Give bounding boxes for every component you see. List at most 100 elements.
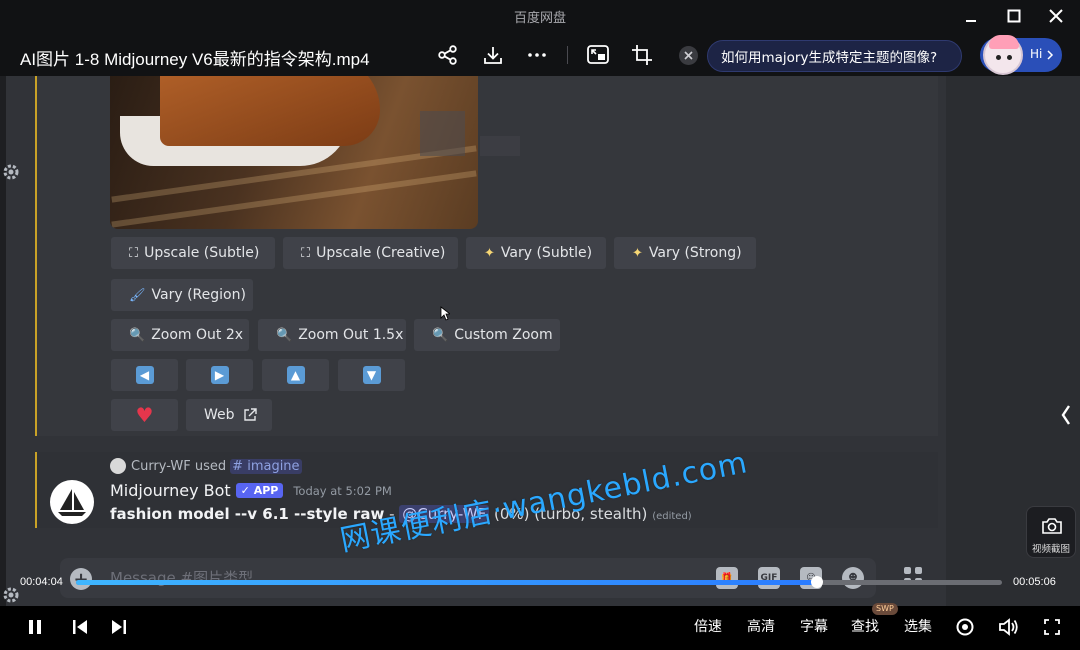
zoom-out-2x-button[interactable]: 🔍 Zoom Out 2x <box>111 319 249 351</box>
add-attachment-icon[interactable]: + <box>70 568 92 590</box>
video-title: AI图片 1-8 Midjourney V6最新的指令架构.mp4 <box>20 50 370 69</box>
close-icon <box>684 51 693 60</box>
maximize-icon <box>1007 9 1021 23</box>
volume-icon <box>999 618 1018 636</box>
vary-strong-button[interactable]: ✦ Vary (Strong) <box>614 237 756 269</box>
pip-icon <box>587 45 609 64</box>
mosaic-blur <box>480 136 520 156</box>
up-arrow-icon: ▲ <box>286 366 305 384</box>
ai-suggestion-text: 如何用majory生成特定主题的图像? <box>721 50 938 66</box>
upscale-subtle-button[interactable]: ⛶ Upscale (Subtle) <box>111 237 275 269</box>
close-ai-bubble-button[interactable] <box>679 46 698 65</box>
message-timestamp: Today at 5:02 PM <box>293 483 392 498</box>
edited-label: (edited) <box>652 511 692 522</box>
ai-assistant-button[interactable]: Hi <box>980 35 1062 75</box>
upscale-creative-button[interactable]: ⛶ Upscale (Creative) <box>283 237 458 269</box>
bot-avatar[interactable] <box>50 480 94 524</box>
gear-icon <box>3 587 19 603</box>
pan-up-button[interactable]: ▲ <box>262 359 329 391</box>
progress-bar[interactable] <box>76 576 1002 588</box>
download-icon <box>484 47 502 64</box>
close-icon <box>1049 9 1063 23</box>
picture-in-picture-button[interactable] <box>585 42 611 68</box>
down-arrow-icon: ▼ <box>362 366 381 384</box>
mosaic-blur <box>420 111 465 156</box>
bot-name[interactable]: Midjourney Bot <box>110 481 231 500</box>
reply-username[interactable]: Curry-WF <box>131 459 191 474</box>
maximize-button[interactable] <box>1001 4 1027 28</box>
skip-previous-icon <box>73 620 87 634</box>
current-time: 00:04:04 <box>20 576 63 588</box>
gift-icon[interactable]: 🎁 <box>716 567 738 589</box>
search-badge: SWP <box>872 603 898 615</box>
upscale-icon: ⛶ <box>301 245 311 261</box>
message-input-box[interactable]: + Message #图片类型 🎁 GIF ☺ ☻ <box>60 558 876 598</box>
slash-command: # imagine <box>230 458 302 474</box>
crop-button[interactable] <box>629 42 655 68</box>
sailboat-icon <box>58 489 86 516</box>
crop-icon <box>632 45 652 65</box>
mouse-cursor-icon <box>440 306 450 321</box>
bot-name-line: Midjourney Bot ✓ APP Today at 5:02 PM <box>110 481 392 500</box>
vary-region-button[interactable]: 🖌 Vary (Region) <box>111 279 253 311</box>
episodes-button[interactable]: 选集 <box>904 616 932 636</box>
progress-handle[interactable] <box>810 576 823 588</box>
share-button[interactable] <box>435 42 461 68</box>
zoom-out-1-5x-button[interactable]: 🔍 Zoom Out 1.5x <box>258 319 406 351</box>
quality-button[interactable]: 高清 <box>747 616 775 636</box>
minimize-icon <box>966 20 976 22</box>
vary-subtle-button[interactable]: ✦ Vary (Subtle) <box>466 237 606 269</box>
user-avatar <box>110 458 126 474</box>
app-badge: ✓ APP <box>235 483 284 498</box>
assistant-avatar-icon <box>983 35 1023 75</box>
magnifier-icon: 🔍 <box>129 327 146 343</box>
upscale-icon: ⛶ <box>129 245 139 261</box>
next-button[interactable] <box>106 614 132 640</box>
ai-suggestion-bubble[interactable]: 如何用majory生成特定主题的图像? <box>707 40 962 72</box>
pause-button[interactable] <box>22 614 48 640</box>
left-arrow-icon: ◀ <box>135 366 154 384</box>
download-button[interactable] <box>480 42 506 68</box>
close-window-button[interactable] <box>1043 4 1069 28</box>
command-name[interactable]: imagine <box>247 459 299 474</box>
gif-button[interactable]: GIF <box>758 567 780 589</box>
window-titlebar: 百度网盘 <box>0 0 1080 32</box>
control-bar: 倍速 高清 字幕 查找 SWP 选集 <box>0 603 1080 650</box>
search-button[interactable]: 查找 <box>851 616 879 636</box>
view-mode-button[interactable] <box>952 614 978 640</box>
fullscreen-button[interactable] <box>1039 614 1065 640</box>
web-button[interactable]: Web <box>186 399 272 431</box>
emoji-icon[interactable]: ☻ <box>842 567 864 589</box>
header-divider <box>567 46 568 64</box>
brush-icon: 🖌 <box>129 287 146 303</box>
video-screenshot-button[interactable]: 视频截图 <box>1026 506 1076 558</box>
video-frame[interactable]: ⛶ Upscale (Subtle) ⛶ Upscale (Creative) … <box>0 76 1080 606</box>
magnifier-icon: 🔍 <box>276 327 293 343</box>
camera-icon <box>1042 518 1062 534</box>
subtitles-button[interactable]: 字幕 <box>800 616 828 636</box>
more-button[interactable] <box>524 42 550 68</box>
custom-zoom-button[interactable]: 🔍 Custom Zoom <box>414 319 560 351</box>
volume-button[interactable] <box>996 614 1022 640</box>
reply-context: Curry-WF used # imagine <box>110 458 302 474</box>
pan-left-button[interactable]: ◀ <box>111 359 178 391</box>
fullscreen-icon <box>1044 619 1060 635</box>
minimize-button[interactable] <box>958 4 984 28</box>
chevron-right-icon <box>1047 50 1054 60</box>
skip-next-icon <box>112 620 126 634</box>
reply-used-text: used <box>194 458 227 474</box>
side-panel-toggle-icon[interactable] <box>1058 403 1074 427</box>
heart-icon: ♥ <box>135 403 154 427</box>
pan-right-button[interactable]: ▶ <box>186 359 253 391</box>
server-rail <box>0 76 6 606</box>
progress-fill <box>76 580 817 585</box>
favorite-button[interactable]: ♥ <box>111 399 178 431</box>
previous-button[interactable] <box>67 614 93 640</box>
total-time: 00:05:06 <box>1013 576 1056 588</box>
screenshot-label: 视频截图 <box>1031 544 1070 555</box>
pan-down-button[interactable]: ▼ <box>338 359 405 391</box>
speed-button[interactable]: 倍速 <box>694 616 722 636</box>
magnifier-icon: 🔍 <box>432 327 449 343</box>
app-title: 百度网盘 <box>513 11 566 26</box>
hash-icon: # <box>232 458 244 474</box>
